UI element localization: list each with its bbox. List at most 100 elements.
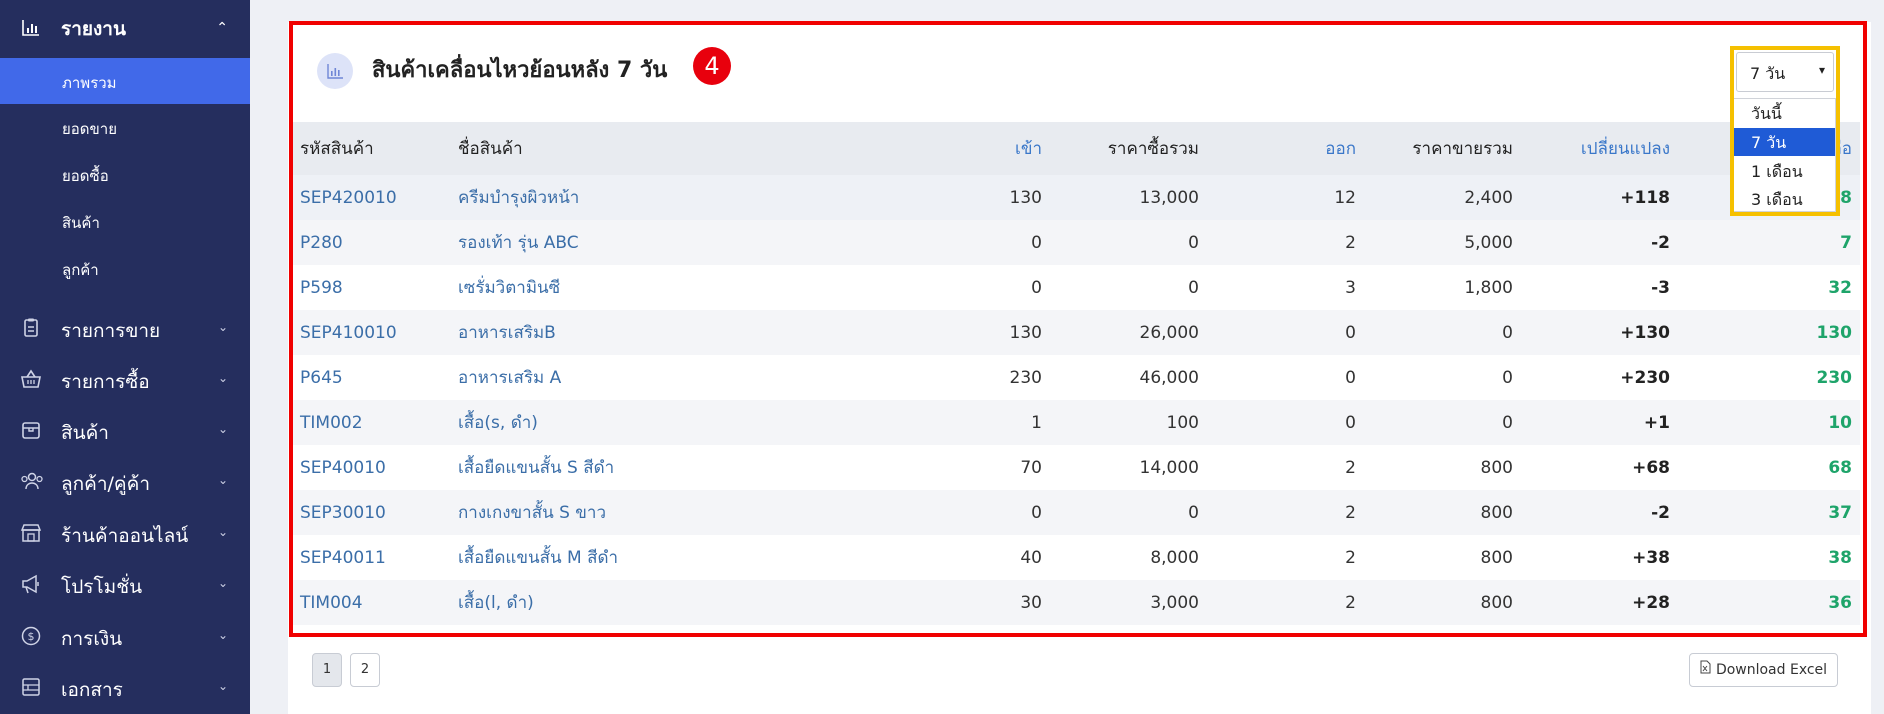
cell-name[interactable]: ครีมบำรุงผิวหน้า: [450, 175, 900, 220]
cell-sales-total: 2,400: [1364, 175, 1521, 220]
cell-change: +68: [1632, 457, 1670, 478]
cell-name[interactable]: รองเท้า รุ่น ABC: [450, 220, 900, 265]
cell-purchase-total: 0: [1050, 490, 1207, 535]
chevron-down-icon: ⌄: [217, 473, 228, 487]
cell-out: 3: [1345, 277, 1356, 298]
cell-out: 0: [1207, 310, 1364, 355]
cell-balance: 230: [1816, 367, 1853, 388]
cell-purchase-total: 13,000: [1050, 175, 1207, 220]
chevron-down-icon: ⌄: [217, 320, 228, 334]
sidebar-subitem-label: ภาพรวม: [62, 74, 117, 92]
box-icon: [20, 419, 42, 441]
sidebar-menu-documents[interactable]: เอกสาร ⌄: [0, 662, 250, 712]
column-header-in[interactable]: เข้า: [900, 122, 1050, 175]
cell-code[interactable]: P598: [292, 265, 450, 310]
cell-code[interactable]: SEP40011: [292, 535, 450, 580]
users-icon: [20, 470, 43, 492]
cell-change: +130: [1521, 310, 1678, 355]
cell-in: 30: [900, 580, 1050, 625]
sidebar-menu-promotions[interactable]: โปรโมชั่น ⌄: [0, 559, 250, 609]
sidebar-menu-sales-list[interactable]: รายการขาย ⌄: [0, 303, 250, 353]
clipboard-icon: [20, 317, 42, 339]
cell-in: 130: [900, 175, 1050, 220]
cell-name[interactable]: เสื้อ(l, ดำ): [450, 580, 900, 625]
sidebar-subitem-sales[interactable]: ยอดขาย: [0, 104, 250, 150]
page-button-2[interactable]: 2: [350, 653, 380, 687]
cell-name[interactable]: เสื้อยืดแขนสั้น S สีดำ: [450, 445, 900, 490]
page-button-1[interactable]: 1: [312, 653, 342, 687]
table-row: SEP420010 ครีมบำรุงผิวหน้า 130 13,000 12 2,40…: [292, 175, 1860, 220]
cell-change: +1: [1521, 400, 1678, 445]
cell-name[interactable]: เสื้อ(s, ดำ): [450, 400, 900, 445]
cell-sales-total: 800: [1364, 580, 1521, 625]
cell-balance: 7: [1678, 220, 1860, 265]
cell-name[interactable]: กางเกงขาสั้น S ขาว: [450, 490, 900, 535]
sidebar-subitem-products[interactable]: สินค้า: [0, 198, 250, 244]
sidebar-subitem-purchases[interactable]: ยอดซื้อ: [0, 151, 250, 197]
cell-change: -2: [1521, 490, 1678, 535]
chevron-down-icon: ⌄: [217, 525, 228, 539]
sidebar-subitem-label: สินค้า: [62, 214, 100, 232]
cell-name[interactable]: อาหารเสริม A: [450, 355, 900, 400]
cell-out: 12: [1207, 175, 1364, 220]
sidebar-menu-purchase-list[interactable]: รายการซื้อ ⌄: [0, 354, 250, 404]
cell-code[interactable]: TIM004: [292, 580, 450, 625]
cell-in: 0: [900, 490, 1050, 535]
cell-name[interactable]: เสื้อยืดแขนสั้น M สีดำ: [450, 535, 900, 580]
cell-code[interactable]: SEP410010: [292, 310, 450, 355]
cell-purchase-total: 8,000: [1150, 547, 1199, 568]
cell-sales-total: 0: [1364, 400, 1521, 445]
sidebar-section-reports[interactable]: รายงาน ⌃: [0, 0, 250, 58]
sidebar-menu-label: การเงิน: [61, 628, 123, 650]
chart-badge-icon: [317, 53, 353, 89]
column-header-change[interactable]: เปลี่ยนแปลง: [1521, 122, 1678, 175]
sidebar-menu-online-store[interactable]: ร้านค้าออนไลน์ ⌄: [0, 508, 250, 558]
cell-sales-total: 800: [1480, 547, 1513, 568]
chevron-down-icon: ⌄: [217, 576, 228, 590]
cell-out: 0: [1345, 367, 1356, 388]
table-row: P598 เซรั่มวิตามินซี 0 0 3 1,800 -3 32: [292, 265, 1860, 310]
sidebar-menu-products[interactable]: สินค้า ⌄: [0, 405, 250, 455]
column-header-code: รหัสสินค้า: [292, 122, 450, 175]
cell-change: +118: [1521, 175, 1678, 220]
cell-out: 2: [1207, 490, 1364, 535]
table-header-row: รหัสสินค้า ชื่อสินค้า เข้า ราคาซื้อรวม อ…: [292, 122, 1860, 175]
cell-name[interactable]: อาหารเสริมB: [450, 310, 900, 355]
cell-code[interactable]: SEP420010: [292, 175, 450, 220]
excel-file-icon: [1700, 654, 1711, 686]
cell-code[interactable]: P645: [292, 355, 450, 400]
cell-name[interactable]: เซรั่มวิตามินซี: [450, 265, 900, 310]
cell-out: 2: [1207, 580, 1364, 625]
table-row: TIM002 เสื้อ(s, ดำ) 1 100 0 0 +1 10: [292, 400, 1860, 445]
column-header-name: ชื่อสินค้า: [450, 122, 900, 175]
cell-balance: 36: [1678, 580, 1860, 625]
column-header-out[interactable]: ออก: [1207, 122, 1364, 175]
sidebar-subitem-overview[interactable]: ภาพรวม: [0, 58, 250, 104]
card-title: สินค้าเคลื่อนไหวย้อนหลัง 7 วัน: [372, 58, 668, 83]
sidebar-menu-customers-partners[interactable]: ลูกค้า/คู่ค้า ⌄: [0, 456, 250, 506]
cell-sales-total: 800: [1364, 490, 1521, 535]
sidebar-section-label: รายงาน: [61, 18, 126, 40]
store-icon: [20, 522, 42, 544]
cell-code[interactable]: SEP30010: [292, 490, 450, 535]
cell-code[interactable]: TIM002: [292, 400, 450, 445]
cell-in: 0: [900, 220, 1050, 265]
step-number-badge: 4: [693, 47, 731, 85]
cell-code[interactable]: P280: [292, 220, 450, 265]
svg-text:$: $: [28, 630, 35, 643]
cell-balance: 10: [1678, 400, 1860, 445]
cell-balance: 37: [1678, 490, 1860, 535]
basket-icon: [20, 368, 42, 390]
download-excel-label: Download Excel: [1715, 662, 1828, 678]
download-excel-button[interactable]: Download Excel: [1689, 653, 1838, 687]
sidebar-menu-label: โปรโมชั่น: [61, 576, 143, 598]
sidebar-menu-finance[interactable]: $ การเงิน ⌄: [0, 611, 250, 661]
sidebar-menu-label: สินค้า: [61, 422, 109, 444]
cell-in: 40: [1020, 547, 1042, 568]
cell-sales-total: 0: [1502, 367, 1513, 388]
highlight-frame-dropdown: [1730, 46, 1840, 216]
sidebar-subitem-customers[interactable]: ลูกค้า: [0, 245, 250, 291]
cell-code[interactable]: SEP40010: [292, 445, 450, 490]
cell-balance: 32: [1828, 277, 1852, 298]
chevron-down-icon: ⌄: [217, 422, 228, 436]
